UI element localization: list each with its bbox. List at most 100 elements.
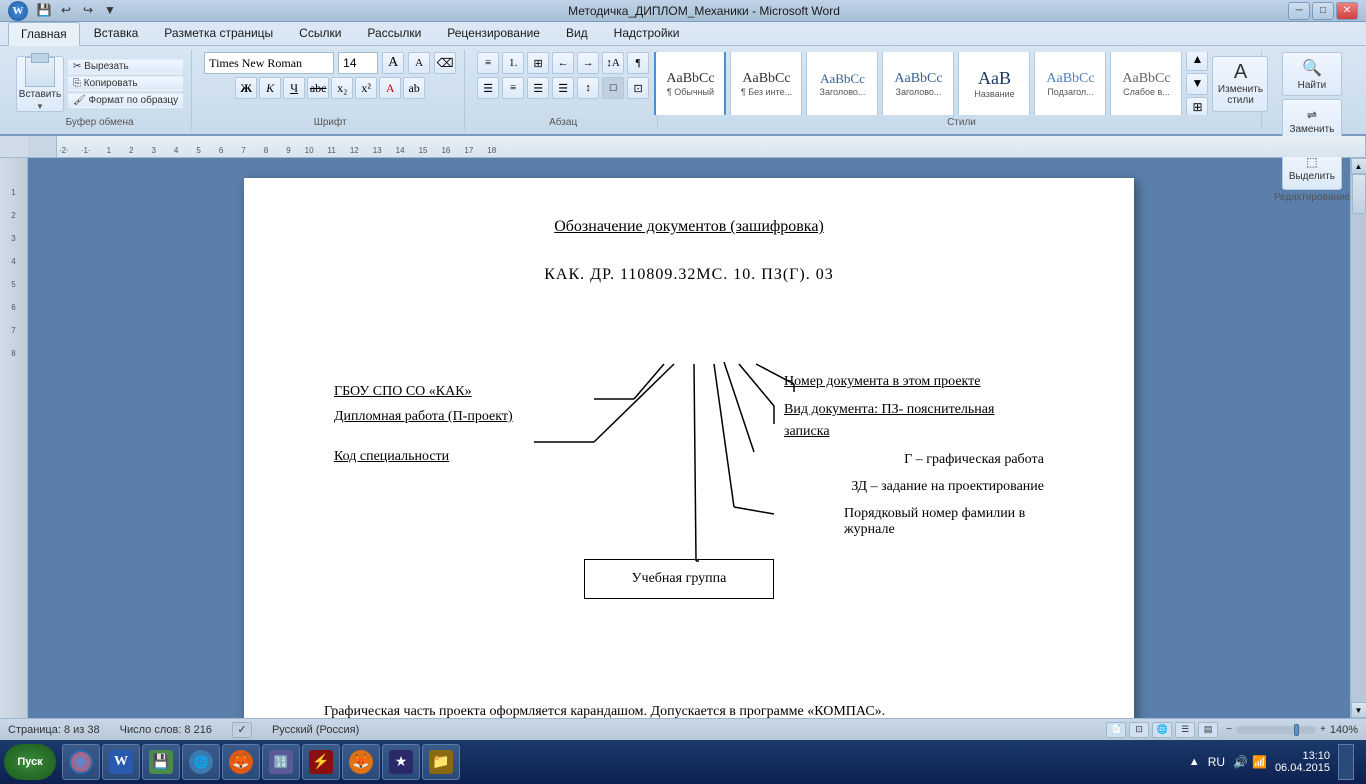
scrollbar-thumb[interactable] <box>1352 174 1366 214</box>
taskbar-app-folder[interactable]: 📁 <box>422 744 460 780</box>
title-bar: W 💾 ↩ ↪ ▼ Методичка_ДИПЛОМ_Механики - Mi… <box>0 0 1366 22</box>
clear-format-button[interactable]: ⌫ <box>434 52 456 74</box>
clipboard-group: Вставить ▼ ✂ Вырезать ⎘ Копировать 🖌 Фор… <box>8 50 192 130</box>
tab-addins[interactable]: Надстройки <box>602 22 692 45</box>
zoom-out-icon[interactable]: − <box>1226 724 1232 735</box>
underline-button[interactable]: Ч <box>283 77 305 99</box>
taskbar-app-chrome[interactable] <box>62 744 100 780</box>
align-right-button[interactable]: ☰ <box>527 77 549 99</box>
styles-expand-button[interactable]: ⊞ <box>1186 97 1208 116</box>
document-scroll-area[interactable]: Обозначение документов (зашифровка) КАК.… <box>28 158 1350 718</box>
find-icon: 🔍 <box>1302 58 1322 78</box>
taskbar-app-red[interactable]: ⚡ <box>302 744 340 780</box>
redo-qat-button[interactable]: ↪ <box>78 1 98 21</box>
show-marks-button[interactable]: ¶ <box>627 52 649 74</box>
shading-button[interactable]: □ <box>602 77 624 99</box>
taskbar-app-star[interactable]: ★ <box>382 744 420 780</box>
scroll-down-button[interactable]: ▼ <box>1351 702 1366 718</box>
zoom-control[interactable]: − + 140% <box>1226 724 1358 736</box>
justify-button[interactable]: ☰ <box>552 77 574 99</box>
zoom-in-icon[interactable]: + <box>1320 724 1326 735</box>
multilevel-list-button[interactable]: ⊞ <box>527 52 549 74</box>
full-screen-view-button[interactable]: ⊡ <box>1129 722 1149 738</box>
vertical-scrollbar[interactable]: ▲ ▼ <box>1350 158 1366 718</box>
numbered-list-button[interactable]: 1. <box>502 52 524 74</box>
styles-scroll-up-button[interactable]: ▲ <box>1186 52 1208 71</box>
style-no-spacing[interactable]: AaBbCc ¶ Без инте... <box>730 52 802 115</box>
taskbar-right: ▲ RU 🔊 📶 13:10 06.04.2015 <box>1189 744 1362 780</box>
line-spacing-button[interactable]: ↕ <box>577 77 599 99</box>
increase-indent-button[interactable]: → <box>577 52 599 74</box>
subscript-button[interactable]: x₂ <box>331 77 353 99</box>
outline-view-button[interactable]: ☰ <box>1175 722 1195 738</box>
paste-button[interactable]: Вставить ▼ <box>16 56 64 112</box>
find-button[interactable]: 🔍 Найти <box>1282 52 1342 96</box>
qat-dropdown-button[interactable]: ▼ <box>100 1 120 21</box>
align-center-button[interactable]: ≡ <box>502 77 524 99</box>
style-weak[interactable]: AaBbCc Слабое в... <box>1110 52 1182 115</box>
border-button[interactable]: ⊡ <box>627 77 649 99</box>
ribbon: Главная Вставка Разметка страницы Ссылки… <box>0 22 1366 136</box>
superscript-button[interactable]: x² <box>355 77 377 99</box>
highlight-button[interactable]: ab <box>403 77 425 99</box>
decrease-indent-button[interactable]: ← <box>552 52 574 74</box>
italic-button[interactable]: К <box>259 77 281 99</box>
document-title: Обозначение документов (зашифровка) <box>324 218 1054 236</box>
start-button[interactable]: Пуск <box>4 744 56 780</box>
style-heading1[interactable]: AaBbCc Заголово... <box>806 52 878 115</box>
style-subtitle[interactable]: AaBbCc Подзагол... <box>1034 52 1106 115</box>
scrollbar-track[interactable] <box>1351 174 1366 702</box>
zoom-slider-track[interactable] <box>1236 726 1316 734</box>
ribbon-tabs: Главная Вставка Разметка страницы Ссылки… <box>0 22 1366 46</box>
taskbar-app-save[interactable]: 💾 <box>142 744 180 780</box>
strikethrough-button[interactable]: abc <box>307 77 329 99</box>
show-desktop-button[interactable] <box>1338 744 1354 780</box>
sort-button[interactable]: ↕A <box>602 52 624 74</box>
close-button[interactable]: ✕ <box>1336 2 1358 20</box>
tab-insert[interactable]: Вставка <box>82 22 151 45</box>
change-styles-button[interactable]: A Изменить стили <box>1212 56 1268 112</box>
cut-button[interactable]: ✂ Вырезать <box>68 59 183 74</box>
save-qat-button[interactable]: 💾 <box>34 1 54 21</box>
maximize-button[interactable]: □ <box>1312 2 1334 20</box>
draft-view-button[interactable]: ▤ <box>1198 722 1218 738</box>
tab-view[interactable]: Вид <box>554 22 600 45</box>
bold-button[interactable]: Ж <box>235 77 257 99</box>
format-painter-button[interactable]: 🖌 Формат по образцу <box>68 93 183 108</box>
language: Русский (Россия) <box>272 724 359 736</box>
zoom-slider-thumb[interactable] <box>1294 724 1299 736</box>
tab-home[interactable]: Главная <box>8 22 80 46</box>
print-view-button[interactable]: 📄 <box>1106 722 1126 738</box>
taskbar-app-fire[interactable]: 🦊 <box>222 744 260 780</box>
web-view-button[interactable]: 🌐 <box>1152 722 1172 738</box>
increase-font-button[interactable]: A <box>382 52 404 74</box>
tab-references[interactable]: Ссылки <box>287 22 353 45</box>
decrease-font-button[interactable]: A <box>408 52 430 74</box>
styles-nav-buttons: ▲ ▼ ⊞ <box>1186 52 1208 115</box>
taskbar-app-calc[interactable]: 🔢 <box>262 744 300 780</box>
change-styles-icon: A <box>1234 61 1247 84</box>
style-heading2[interactable]: AaBbCc Заголово... <box>882 52 954 115</box>
font-name-input[interactable]: Times New Roman <box>204 52 334 74</box>
taskbar-app-browser[interactable]: 🌐 <box>182 744 220 780</box>
minimize-button[interactable]: ─ <box>1288 2 1310 20</box>
scroll-up-button[interactable]: ▲ <box>1351 158 1366 174</box>
tab-review[interactable]: Рецензирование <box>435 22 552 45</box>
style-title[interactable]: AаB Название <box>958 52 1030 115</box>
undo-qat-button[interactable]: ↩ <box>56 1 76 21</box>
tab-layout[interactable]: Разметка страницы <box>152 22 285 45</box>
red-taskbar-icon: ⚡ <box>309 750 333 774</box>
copy-button[interactable]: ⎘ Копировать <box>68 76 183 91</box>
taskbar-app-word[interactable]: W <box>102 744 140 780</box>
styles-scroll-down-button[interactable]: ▼ <box>1186 73 1208 95</box>
clock-time: 13:10 <box>1275 750 1330 762</box>
font-size-input[interactable]: 14 <box>338 52 378 74</box>
style-normal[interactable]: AaBbCc ¶ Обычный <box>654 52 726 115</box>
font-color-button[interactable]: A <box>379 77 401 99</box>
taskbar-app-fox2[interactable]: 🦊 <box>342 744 380 780</box>
volume-icon: 🔊 <box>1233 755 1248 770</box>
tray-icons: ▲ <box>1189 756 1200 768</box>
align-left-button[interactable]: ☰ <box>477 77 499 99</box>
tab-mailings[interactable]: Рассылки <box>355 22 433 45</box>
bullet-list-button[interactable]: ≡ <box>477 52 499 74</box>
